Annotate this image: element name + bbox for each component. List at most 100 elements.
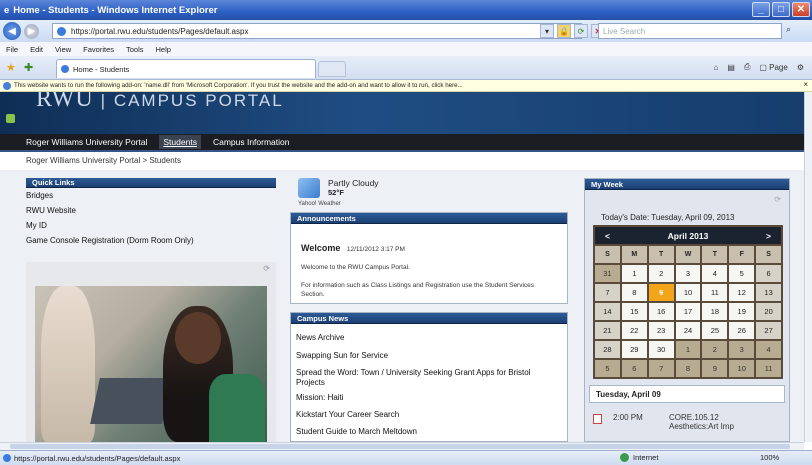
news-item[interactable]: News Archive <box>296 333 558 343</box>
calendar-weekday-row: SMTWTFS <box>595 246 782 263</box>
calendar-weekday: M <box>621 246 647 263</box>
calendar-day[interactable]: 7 <box>648 360 674 377</box>
add-favorites-icon[interactable]: ✚ <box>24 61 33 74</box>
information-bar[interactable]: This website wants to run the following … <box>0 80 812 92</box>
calendar-day[interactable]: 7 <box>595 284 620 301</box>
back-button[interactable]: ◀ <box>3 22 21 40</box>
calendar-day[interactable]: 8 <box>621 284 647 301</box>
menu-tools[interactable]: Tools <box>126 45 144 54</box>
calendar-day[interactable]: 16 <box>648 303 674 320</box>
security-zone[interactable]: Internet <box>620 453 658 462</box>
nav-students[interactable]: Students <box>159 135 201 149</box>
calendar-day[interactable]: 26 <box>729 322 755 339</box>
menu-file[interactable]: File <box>6 45 18 54</box>
calendar-day[interactable]: 21 <box>595 322 620 339</box>
menu-view[interactable]: View <box>55 45 71 54</box>
calendar-day[interactable]: 1 <box>675 341 701 358</box>
calendar-day[interactable]: 3 <box>675 265 701 282</box>
scroll-thumb[interactable] <box>10 444 790 449</box>
calendar-day[interactable]: 9 <box>648 284 674 301</box>
lock-icon[interactable]: 🔒 <box>557 24 571 38</box>
search-icon[interactable]: ⌕ <box>786 24 808 38</box>
calendar-day[interactable]: 2 <box>648 265 674 282</box>
calendar-day[interactable]: 30 <box>648 341 674 358</box>
calendar-day[interactable]: 24 <box>675 322 701 339</box>
new-tab-button[interactable] <box>318 61 346 77</box>
minimize-button[interactable]: _ <box>752 2 770 17</box>
home-icon[interactable]: ⌂ <box>714 63 719 72</box>
vertical-scrollbar[interactable] <box>804 92 812 442</box>
address-input[interactable]: https://portal.rwu.edu/students/Pages/de… <box>52 23 582 39</box>
nav-university-portal[interactable]: Roger Williams University Portal <box>26 137 147 147</box>
calendar-day[interactable]: 31 <box>595 265 620 282</box>
calendar-day[interactable]: 29 <box>621 341 647 358</box>
calendar-day[interactable]: 12 <box>729 284 755 301</box>
calendar-day[interactable]: 14 <box>595 303 620 320</box>
calendar-day[interactable]: 27 <box>756 322 782 339</box>
menu-favorites[interactable]: Favorites <box>83 45 114 54</box>
news-item[interactable]: Kickstart Your Career Search <box>296 410 558 420</box>
refresh-icon[interactable]: ⟳ <box>263 264 270 273</box>
next-month-button[interactable]: > <box>766 231 771 241</box>
calendar-day[interactable]: 22 <box>621 322 647 339</box>
calendar-day[interactable]: 11 <box>702 284 728 301</box>
calendar-day[interactable]: 20 <box>756 303 782 320</box>
favorites-star-icon[interactable]: ★ <box>6 61 16 74</box>
calendar-day[interactable]: 4 <box>756 341 782 358</box>
news-item[interactable]: Student Guide to March Meltdown <box>296 427 558 437</box>
announcement-heading[interactable]: Welcome 12/11/2012 3:17 PM <box>301 243 405 253</box>
calendar-day[interactable]: 1 <box>621 265 647 282</box>
close-window-button[interactable]: ✕ <box>792 2 810 17</box>
calendar-day[interactable]: 4 <box>702 265 728 282</box>
search-input[interactable]: Live Search <box>598 23 782 39</box>
close-infobar-icon[interactable]: × <box>803 80 808 89</box>
forward-button[interactable]: ▶ <box>24 23 39 39</box>
calendar-day[interactable]: 10 <box>729 360 755 377</box>
calendar-day[interactable]: 10 <box>675 284 701 301</box>
zoom-level[interactable]: 100% <box>760 453 779 462</box>
nav-campus-information[interactable]: Campus Information <box>213 137 290 147</box>
site-actions-icon[interactable] <box>6 114 15 123</box>
calendar-day[interactable]: 23 <box>648 322 674 339</box>
dropdown-icon[interactable]: ▾ <box>540 24 554 38</box>
news-item[interactable]: Spread the Word: Town / University Seeki… <box>296 368 558 388</box>
tab-home-students[interactable]: Home - Students <box>56 59 316 78</box>
refresh-icon[interactable]: ⟳ <box>774 195 781 204</box>
news-item[interactable]: Swapping Sun for Service <box>296 351 558 361</box>
calendar-day[interactable]: 17 <box>675 303 701 320</box>
menu-help[interactable]: Help <box>156 45 171 54</box>
maximize-button[interactable]: □ <box>772 2 790 17</box>
link-my-id[interactable]: My ID <box>26 221 276 230</box>
weather-source[interactable]: Yahoo! Weather <box>298 201 341 207</box>
calendar-day[interactable]: 18 <box>702 303 728 320</box>
refresh-icon[interactable]: ⟳ <box>574 24 588 38</box>
address-toolbar: ◀ ▶ https://portal.rwu.edu/students/Page… <box>0 20 812 42</box>
link-rwu-website[interactable]: RWU Website <box>26 206 276 215</box>
calendar-day[interactable]: 3 <box>729 341 755 358</box>
calendar-day[interactable]: 19 <box>729 303 755 320</box>
news-item[interactable]: Mission: Haiti <box>296 393 558 403</box>
calendar-day[interactable]: 5 <box>595 360 620 377</box>
calendar-day[interactable]: 5 <box>729 265 755 282</box>
menu-edit[interactable]: Edit <box>30 45 43 54</box>
feeds-icon[interactable]: ▤ <box>727 63 735 72</box>
calendar-day[interactable]: 6 <box>756 265 782 282</box>
print-icon[interactable]: ⎙ <box>744 62 750 72</box>
calendar-day[interactable]: 2 <box>702 341 728 358</box>
calendar-day[interactable]: 15 <box>621 303 647 320</box>
calendar-day[interactable]: 6 <box>621 360 647 377</box>
calendar-day[interactable]: 8 <box>675 360 701 377</box>
tools-menu-icon[interactable]: ⚙ <box>797 63 804 72</box>
breadcrumb[interactable]: Roger Williams University Portal > Stude… <box>26 156 181 165</box>
horizontal-scrollbar[interactable] <box>0 442 804 450</box>
prev-month-button[interactable]: < <box>605 231 610 241</box>
portal-logo[interactable]: RWU | CAMPUS PORTAL <box>36 92 284 113</box>
calendar-day[interactable]: 9 <box>702 360 728 377</box>
calendar-day[interactable]: 13 <box>756 284 782 301</box>
link-game-console-registration[interactable]: Game Console Registration (Dorm Room Onl… <box>26 236 276 245</box>
calendar-day[interactable]: 11 <box>756 360 782 377</box>
calendar-day[interactable]: 25 <box>702 322 728 339</box>
calendar-day[interactable]: 28 <box>595 341 620 358</box>
page-menu[interactable]: ▢ Page <box>759 63 787 72</box>
link-bridges[interactable]: Bridges <box>26 191 276 200</box>
